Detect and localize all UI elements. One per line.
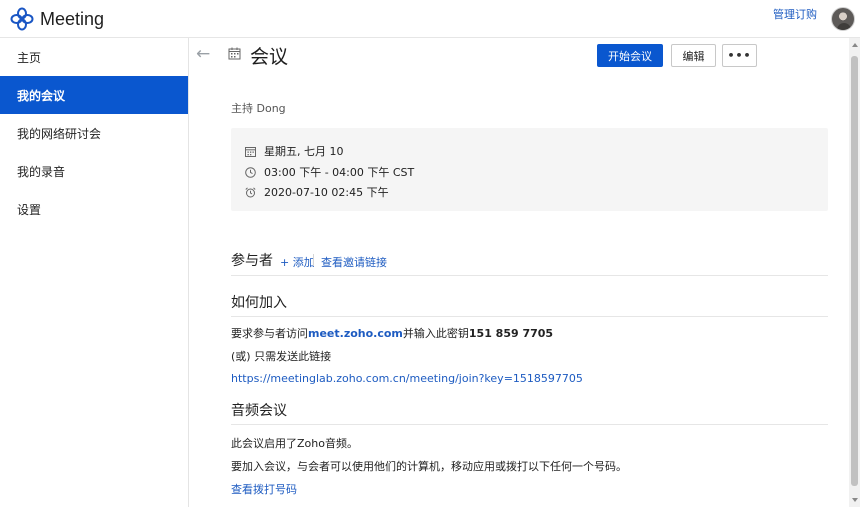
- scrollbar-thumb[interactable]: [851, 56, 858, 486]
- divider: [313, 254, 314, 266]
- clock-icon: [245, 166, 256, 178]
- start-meeting-button[interactable]: 开始会议: [597, 44, 663, 67]
- meeting-time: 03:00 下午 - 04:00 下午 CST: [264, 166, 415, 179]
- reminder-time: 2020-07-10 02:45 下午: [264, 186, 389, 199]
- more-options-button[interactable]: •••: [722, 44, 757, 67]
- page-title: 会议: [250, 46, 289, 68]
- meeting-logo-icon: [10, 7, 34, 31]
- participants-title: 参与者: [231, 253, 273, 269]
- meeting-date: 星期五, 七月 10: [264, 145, 344, 158]
- time-row: 03:00 下午 - 04:00 下午 CST: [245, 164, 414, 180]
- divider: [231, 316, 828, 317]
- audio-conference-title: 音频会议: [231, 403, 287, 419]
- view-dial-numbers-link[interactable]: 查看拨打号码: [231, 481, 297, 497]
- app-title: Meeting: [40, 8, 105, 29]
- audio-instructions-text: 要加入会议，与会者可以使用他们的计算机，移动应用或拨打以下任何一个号码。: [231, 460, 627, 473]
- sidebar-item-my-webinars[interactable]: 我的网络研讨会: [0, 114, 188, 152]
- join-alt-text: (或) 只需发送此链接: [231, 350, 332, 363]
- join-mid: 并输入此密钥: [402, 327, 469, 340]
- add-participant-link[interactable]: + 添加: [280, 254, 315, 270]
- meeting-details-box: 星期五, 七月 10 03:00 下午 - 04:00 下午 CST 2020-…: [231, 128, 828, 211]
- host-label: 主持: [231, 102, 253, 115]
- divider: [231, 275, 828, 276]
- view-invite-link[interactable]: 查看邀请链接: [321, 254, 387, 270]
- reminder-row: 2020-07-10 02:45 下午: [245, 184, 389, 200]
- edit-button[interactable]: 编辑: [671, 44, 716, 67]
- how-to-join-title: 如何加入: [231, 295, 287, 311]
- sidebar-item-my-recordings[interactable]: 我的录音: [0, 152, 188, 190]
- back-arrow-icon[interactable]: ←: [196, 44, 210, 64]
- vertical-scrollbar[interactable]: [849, 38, 860, 507]
- calendar-icon: [228, 47, 241, 60]
- scroll-down-arrow-icon[interactable]: [852, 498, 858, 502]
- host-name: Dong: [256, 102, 286, 115]
- user-avatar[interactable]: [831, 7, 855, 31]
- sidebar-item-home[interactable]: 主页: [0, 38, 188, 76]
- sidebar: 主页 我的会议 我的网络研讨会 我的录音 设置: [0, 38, 189, 507]
- alarm-clock-icon: [245, 186, 256, 197]
- meeting-key: 151 859 7705: [468, 327, 554, 340]
- top-bar: Meeting 管理订购: [0, 0, 860, 38]
- scroll-up-arrow-icon[interactable]: [852, 43, 858, 47]
- calendar-icon: [245, 146, 256, 157]
- meeting-detail-panel: ← 会议 开始会议 编辑 ••• 主持 Dong 星期五, 七月 10 03:0…: [190, 38, 849, 507]
- join-instructions: 要求参与者访问meet.zoho.com并输入此密钥151 859 7705: [231, 325, 553, 341]
- audio-enabled-text: 此会议启用了Zoho音频。: [231, 437, 358, 450]
- divider: [231, 424, 828, 425]
- date-row: 星期五, 七月 10: [245, 143, 344, 159]
- join-url-link[interactable]: https://meetinglab.zoho.com.cn/meeting/j…: [231, 372, 583, 385]
- meet-site-link[interactable]: meet.zoho.com: [308, 327, 403, 340]
- sidebar-item-settings[interactable]: 设置: [0, 190, 188, 228]
- app-logo[interactable]: Meeting: [10, 7, 104, 31]
- join-prefix: 要求参与者访问: [231, 327, 308, 340]
- manage-subscription-link[interactable]: 管理订购: [773, 6, 817, 22]
- sidebar-item-my-meetings[interactable]: 我的会议: [0, 76, 188, 114]
- host-line: 主持 Dong: [231, 100, 286, 116]
